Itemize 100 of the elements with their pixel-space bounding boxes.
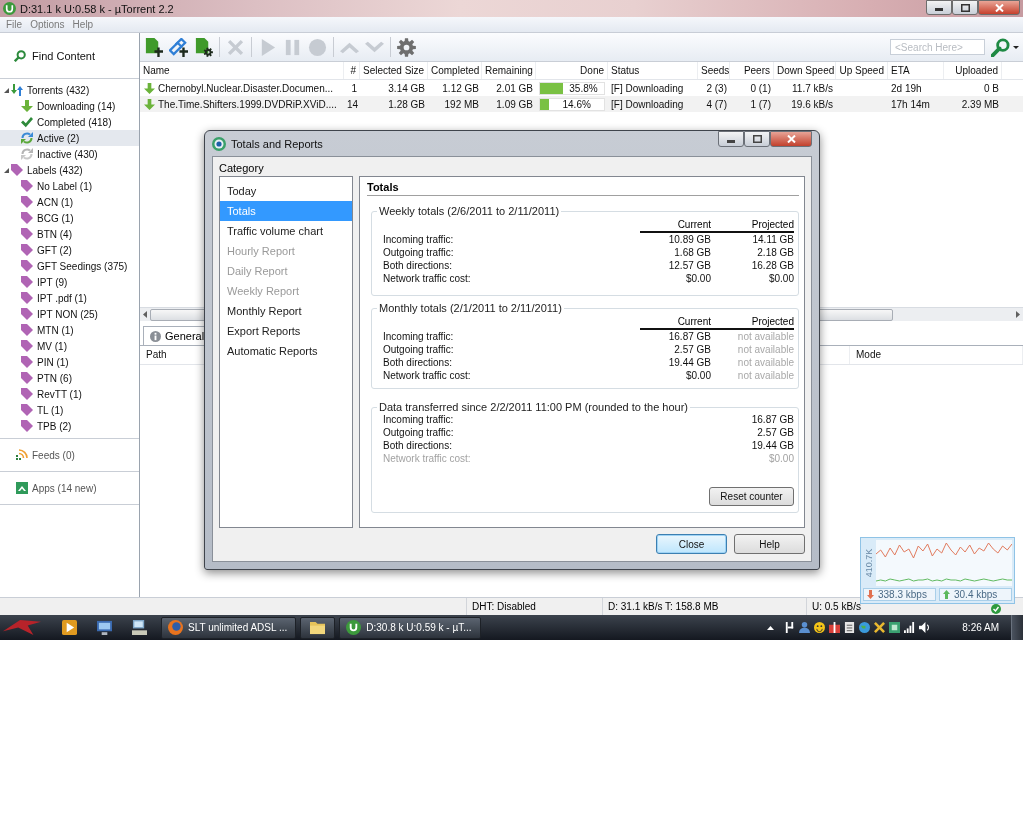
- clock[interactable]: 8:26 AM: [962, 622, 999, 633]
- close-button[interactable]: [770, 131, 812, 147]
- sidebar-item[interactable]: IPT (9): [0, 274, 139, 290]
- tag-icon: [21, 276, 33, 288]
- current-value: $0.00: [767, 452, 794, 465]
- play-icon[interactable]: [62, 620, 77, 635]
- torrent-name: Chernobyl.Nuclear.Disaster.Documen...: [158, 82, 334, 94]
- dialog-button[interactable]: Close: [656, 534, 727, 554]
- category-item[interactable]: Traffic volume chart: [220, 221, 352, 241]
- tile-icon[interactable]: [889, 622, 901, 633]
- sidebar-item[interactable]: Feeds (0): [0, 442, 139, 468]
- sidebar-item[interactable]: Torrents (432): [11, 82, 139, 98]
- row-label: Outgoing traffic:: [383, 343, 455, 356]
- app-icon[interactable]: [784, 622, 796, 633]
- sidebar-item[interactable]: Inactive (430): [0, 146, 139, 162]
- sidebar-item[interactable]: Apps (14 new): [0, 475, 139, 501]
- torrent-row[interactable]: Chernobyl.Nuclear.Disaster.Documen... 1 3.14 GB 1.12 GB 2.01 GB 35.8% [F] Downloading 2 (3) 0 (1) 11.7 kB/s 2d 19h 0 B: [140, 80, 1023, 96]
- row-label: Network traffic cost:: [383, 272, 472, 285]
- show-desktop-button[interactable]: [1011, 615, 1023, 640]
- sidebar-item[interactable]: Downloading (14): [0, 98, 139, 114]
- category-item[interactable]: Export Reports: [220, 321, 352, 341]
- transfer-icon: [11, 84, 23, 96]
- signal-icon[interactable]: [904, 622, 916, 633]
- minimize-button[interactable]: [926, 0, 952, 15]
- sidebar-item[interactable]: GFT (2): [0, 242, 139, 258]
- column-header[interactable]: Mode: [849, 346, 1023, 364]
- sidebar-item[interactable]: IPT .pdf (1): [0, 290, 139, 306]
- projected-value: 2.18 GB: [756, 246, 794, 259]
- column-header[interactable]: Name: [140, 62, 344, 79]
- expand-triangle-icon[interactable]: [4, 87, 9, 93]
- scale-label: 410.7K: [864, 548, 874, 578]
- menu-item[interactable]: Help: [68, 18, 98, 31]
- sidebar-item[interactable]: BCG (1): [0, 210, 139, 226]
- caret-icon: [1013, 45, 1019, 49]
- dialog-button[interactable]: Help: [734, 534, 805, 554]
- sidebar-item[interactable]: Labels (432): [11, 162, 139, 178]
- torrent-row[interactable]: The.Time.Shifters.1999.DVDRiP.XViD.... 14 1.28 GB 192 MB 1.09 GB 14.6% [F] Downloading 4 (7) 1 (7) 19.6 kB/s 17h 14m 2.39 MB: [140, 96, 1023, 112]
- sidebar-item[interactable]: MTN (1): [0, 322, 139, 338]
- monitor-icon[interactable]: [97, 620, 112, 635]
- column-header[interactable]: Up Speed: [836, 62, 888, 79]
- globe-icon[interactable]: [859, 622, 871, 633]
- document-icon[interactable]: [844, 622, 856, 633]
- x-icon[interactable]: [874, 622, 886, 633]
- find-content-button[interactable]: Find Content: [14, 49, 95, 62]
- sidebar-item[interactable]: TPB (2): [0, 418, 139, 434]
- maximize-button[interactable]: [952, 0, 978, 15]
- sidebar-item[interactable]: No Label (1): [0, 178, 139, 194]
- column-header[interactable]: Status: [608, 62, 698, 79]
- search-field[interactable]: <Search Here>: [890, 39, 985, 55]
- taskbar-button[interactable]: SLT unlimited ADSL ...: [161, 616, 297, 639]
- column-header[interactable]: Remaining: [482, 62, 536, 79]
- category-item[interactable]: Monthly Report: [220, 301, 352, 321]
- speaker-icon[interactable]: [919, 622, 931, 633]
- sidebar-item[interactable]: TL (1): [0, 402, 139, 418]
- user-icon[interactable]: [799, 622, 811, 633]
- column-header[interactable]: Completed: [428, 62, 482, 79]
- sidebar-item[interactable]: IPT NON (25): [0, 306, 139, 322]
- minimize-button[interactable]: [718, 131, 744, 147]
- sidebar-item[interactable]: GFT Seedings (375): [0, 258, 139, 274]
- toolbar-button[interactable]: [166, 35, 191, 59]
- sidebar-item[interactable]: Active (2): [0, 130, 139, 146]
- sidebar-item[interactable]: ACN (1): [0, 194, 139, 210]
- expand-triangle-icon[interactable]: [4, 167, 9, 173]
- row-label: Both directions:: [383, 259, 453, 272]
- caret-left-icon: [143, 311, 147, 318]
- refresh-icon: [21, 148, 33, 160]
- smiley-icon[interactable]: [814, 622, 826, 633]
- maximize-button[interactable]: [744, 131, 770, 147]
- sidebar-item[interactable]: PTN (6): [0, 370, 139, 386]
- sidebar-item[interactable]: Completed (418): [0, 114, 139, 130]
- taskbar-button[interactable]: [300, 616, 336, 639]
- column-header[interactable]: Done: [536, 62, 608, 79]
- column-header[interactable]: Seeds: [698, 62, 730, 79]
- computer-icon[interactable]: [132, 620, 147, 635]
- gift-icon[interactable]: [829, 622, 841, 633]
- column-header[interactable]: Down Speed: [774, 62, 836, 79]
- gear-icon: [397, 37, 416, 57]
- caret-up-icon[interactable]: [767, 625, 775, 630]
- column-header[interactable]: Selected Size: [360, 62, 428, 79]
- reset-counter-button[interactable]: Reset counter: [709, 487, 794, 506]
- category-item[interactable]: Today: [220, 181, 352, 201]
- mountain-tile-icon: [16, 482, 28, 494]
- minimize-icon: [727, 139, 735, 143]
- search-button[interactable]: [989, 36, 1011, 58]
- column-header: Projected: [750, 219, 794, 231]
- sidebar-item[interactable]: RevTT (1): [0, 386, 139, 402]
- column-header[interactable]: Uploaded: [944, 62, 1002, 79]
- row-label: Network traffic cost:: [383, 369, 472, 382]
- menu-item[interactable]: File: [2, 18, 27, 31]
- taskbar-button[interactable]: D:30.8 k U:0.59 k - µT...: [339, 616, 481, 639]
- column-header[interactable]: ETA: [888, 62, 944, 79]
- sidebar-item[interactable]: BTN (4): [0, 226, 139, 242]
- category-item[interactable]: Automatic Reports: [220, 341, 352, 361]
- close-button[interactable]: [978, 0, 1020, 15]
- menu-item[interactable]: Options: [26, 18, 69, 31]
- window-title: D:31.1 k U:0.58 k - µTorrent 2.2: [20, 2, 174, 15]
- column-header[interactable]: Peers: [730, 62, 774, 79]
- column-header[interactable]: #: [344, 62, 360, 79]
- sidebar-item[interactable]: PIN (1): [0, 354, 139, 370]
- sidebar-item[interactable]: MV (1): [0, 338, 139, 354]
